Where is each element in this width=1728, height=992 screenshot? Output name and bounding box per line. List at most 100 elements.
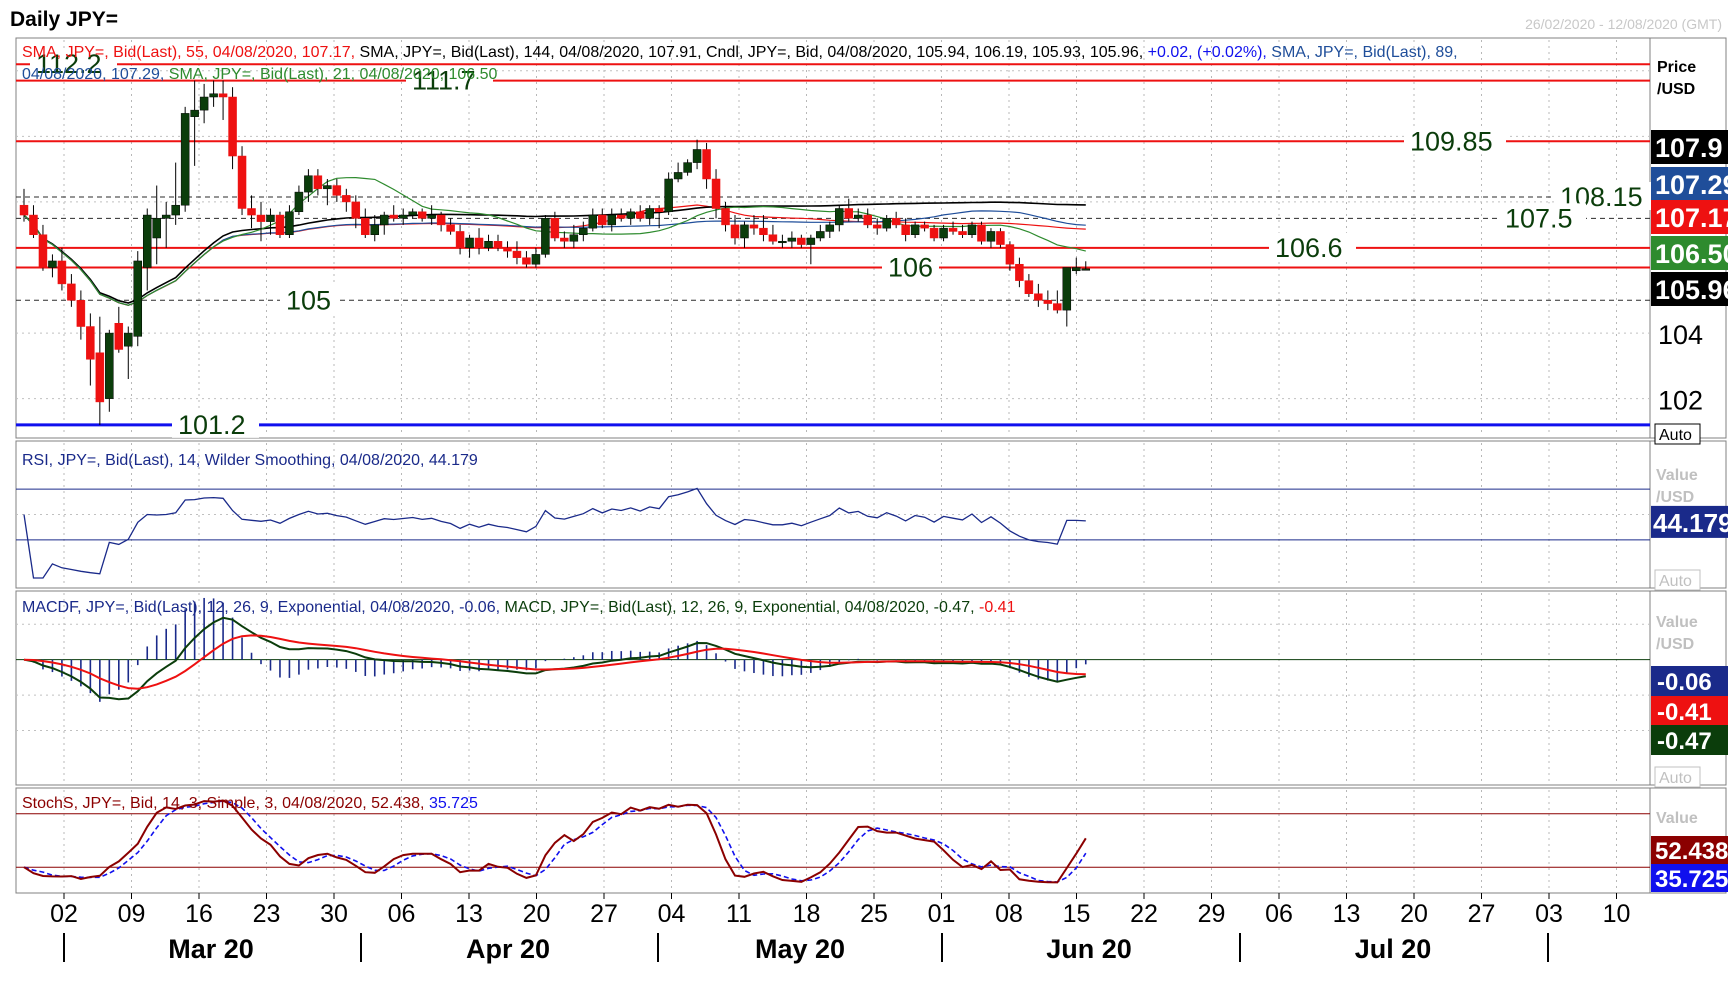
price-axis-title: Price: [1657, 59, 1696, 76]
candle-body: [882, 218, 891, 229]
candle-body: [95, 352, 105, 403]
x-tick-label: 23: [253, 900, 281, 928]
candle-body: [484, 241, 493, 249]
x-tick-label: 09: [118, 900, 146, 928]
candle-body: [190, 109, 199, 117]
month-label: Mar 20: [168, 934, 254, 964]
candle-body: [57, 260, 67, 285]
candle: [977, 221, 986, 245]
x-tick-label: 29: [1198, 900, 1226, 928]
macd-axis-title: /USD: [1656, 636, 1694, 653]
price-legend-line-1-part: +0.02, (+0.02%),: [1148, 44, 1272, 61]
candle-body: [541, 218, 550, 255]
x-tick-label: 16: [185, 900, 213, 928]
candle-body: [1081, 268, 1091, 271]
candle-body: [910, 224, 920, 235]
stoch-badge-label: 35.725: [1655, 866, 1728, 893]
macd-axis-title: Value: [1656, 614, 1698, 631]
candle-body: [124, 332, 133, 347]
month-label: May 20: [755, 934, 845, 964]
candle-body: [948, 227, 958, 232]
price-badge-label: 107.9: [1655, 133, 1723, 163]
candle-body: [607, 214, 617, 226]
x-tick-label: 10: [1603, 900, 1631, 928]
price-legend-line-1-part: SMA, JPY=, Bid(Last), 89,: [1271, 44, 1457, 61]
x-tick-label: 13: [455, 900, 483, 928]
candle-body: [199, 96, 209, 111]
candle-body: [361, 218, 370, 235]
candle-body: [332, 185, 342, 196]
price-legend-line-1-part: SMA, JPY=, Bid(Last), 144, 04/08/2020, 1…: [360, 44, 706, 61]
candle-body: [901, 224, 910, 235]
x-tick-label: 18: [793, 900, 821, 928]
candle-body: [1043, 300, 1053, 304]
price-legend-line-1-part: Cndl, JPY=, Bid, 04/08/2020, 105.94, 106…: [706, 44, 1148, 61]
candle-body: [228, 96, 237, 157]
x-tick-label: 01: [928, 900, 956, 928]
candle-body: [323, 185, 332, 190]
price-badge-label: 107.17: [1655, 203, 1728, 233]
candle-body: [408, 211, 417, 216]
stoch-legend-part: StochS, JPY=, Bid, 14, 3, Simple, 3, 04/…: [22, 795, 429, 812]
price-tick-label: 102: [1658, 386, 1703, 416]
chart-canvas: Daily JPY= 26/02/2020 - 12/08/2020 (GMT)…: [0, 0, 1728, 992]
candle-body: [702, 149, 711, 180]
x-tick-label: 03: [1535, 900, 1563, 928]
candle-body: [522, 257, 531, 265]
candle-body: [417, 211, 427, 219]
candle-body: [379, 214, 389, 226]
candle-body: [711, 178, 721, 209]
x-tick-label: 22: [1130, 900, 1158, 928]
candle-body: [579, 227, 588, 235]
candle: [237, 146, 247, 216]
level-label: 101.2: [178, 410, 246, 440]
candle-body: [493, 241, 503, 249]
candle-body: [266, 214, 275, 222]
chart-title: Daily JPY=: [10, 8, 118, 31]
candle-body: [1024, 280, 1034, 294]
rsi-badge-label: 44.179: [1653, 508, 1728, 538]
candle-body: [218, 93, 228, 98]
candle-body: [816, 231, 825, 239]
candle-body: [749, 224, 759, 229]
price-axis-title: /USD: [1657, 81, 1695, 98]
candle-body: [939, 227, 948, 239]
x-tick-label: 13: [1333, 900, 1361, 928]
candle-body: [616, 214, 626, 219]
candle-body: [427, 214, 436, 219]
candle-body: [275, 214, 285, 235]
candle-body: [351, 201, 361, 219]
candle-body: [958, 231, 967, 235]
candle-body: [114, 322, 124, 350]
x-tick-label: 20: [1400, 900, 1428, 928]
rsi-axis-title: /USD: [1656, 489, 1694, 506]
candle-body: [825, 224, 835, 232]
candle-body: [664, 178, 673, 213]
candle: [541, 215, 550, 258]
candle-body: [294, 191, 304, 213]
macd-badge-label: -0.06: [1657, 669, 1712, 696]
candle-body: [1015, 263, 1024, 281]
price-legend-line-2: 04/08/2020, 107.29, SMA, JPY=, Bid(Last)…: [22, 66, 498, 83]
candle-body: [721, 208, 730, 226]
x-tick-label: 30: [320, 900, 348, 928]
date-range: 26/02/2020 - 12/08/2020 (GMT): [1525, 16, 1722, 32]
candle-body: [872, 224, 882, 229]
candle-body: [1062, 267, 1072, 311]
level-label: 105: [286, 285, 331, 315]
candle-body: [313, 175, 323, 190]
candle-body: [285, 211, 294, 235]
x-tick-label: 06: [1265, 900, 1293, 928]
candle: [180, 106, 190, 212]
candle-body: [560, 237, 569, 242]
candle-body: [398, 214, 408, 219]
candle-body: [588, 214, 598, 229]
candle-body: [161, 214, 171, 219]
rsi-auto-label: Auto: [1659, 573, 1692, 590]
candle-body: [550, 218, 560, 239]
macd-badge-label: -0.47: [1657, 728, 1712, 755]
candle-body: [152, 218, 161, 239]
candle-body: [1072, 267, 1081, 272]
candle-body: [446, 224, 455, 232]
candle-body: [986, 231, 996, 242]
